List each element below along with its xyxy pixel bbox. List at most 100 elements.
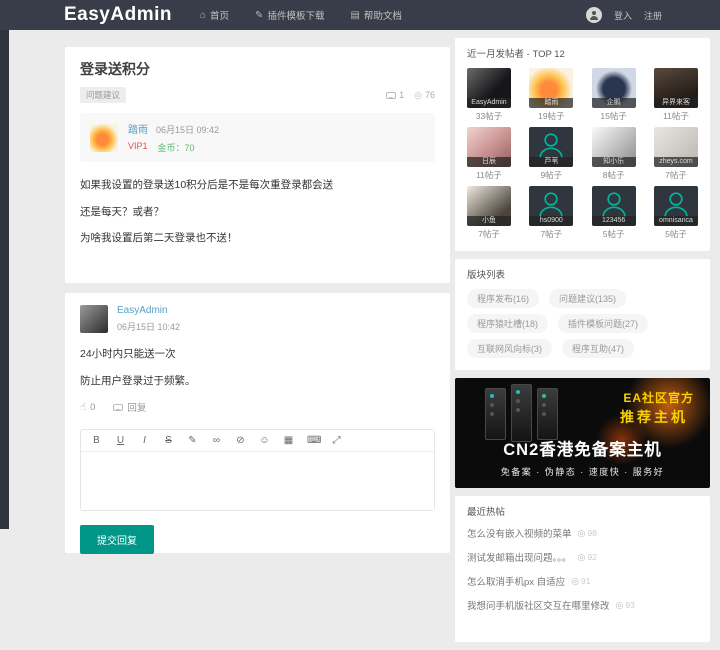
hot-posts-title: 最近热帖: [467, 507, 506, 518]
reply-author-avatar[interactable]: [80, 305, 108, 333]
user-avatar-icon[interactable]: [585, 7, 602, 23]
nav-item-docs[interactable]: ▤ 帮助文档: [350, 8, 401, 23]
reply-body: 24小时内只能送一次 防止用户登录过于频繁。: [80, 347, 435, 388]
emoji-icon[interactable]: ☺: [259, 435, 270, 446]
author-avatar[interactable]: [90, 123, 118, 152]
post-card: 登录送积分 问题建议 1 ◎ 76 踏雨 06月15日 09:42 VIP1 金…: [65, 47, 450, 283]
post-paragraph: 如果我设置的登录送10积分后是不是每次重登录都会送: [80, 179, 334, 191]
top-poster: 知小乐 8帖子: [591, 127, 636, 186]
poster-avatar[interactable]: zheys.com: [653, 127, 698, 167]
poster-avatar[interactable]: EasyAdmin: [467, 68, 511, 108]
eye-icon: ◎: [577, 551, 586, 562]
ad-headline: CN2香港免备案主机: [503, 441, 662, 459]
top-poster: 小鱼 7帖子: [467, 186, 511, 245]
plugin-icon: ✎: [255, 9, 264, 21]
eye-icon: ◎: [577, 527, 586, 538]
page-left-edge: [0, 30, 9, 529]
author-name-link[interactable]: 踏雨: [128, 121, 148, 136]
vip-badge: VIP1: [128, 141, 148, 151]
default-avatar-icon: [539, 133, 563, 158]
bold-icon[interactable]: B: [91, 435, 102, 446]
docs-icon: ▤: [350, 9, 360, 21]
hot-post-item[interactable]: 我想问手机版社区交互在哪里修改 ◎ 93: [467, 598, 698, 613]
top-posters-title: 近一月发帖者 - TOP 12: [467, 49, 565, 60]
poster-avatar[interactable]: 异界来客: [653, 68, 698, 108]
ad-line1: EA社区官方: [623, 391, 694, 405]
poster-avatar[interactable]: 小鱼: [467, 186, 511, 226]
comment-count: 1: [386, 90, 404, 100]
post-date: 06月15日 09:42: [156, 125, 220, 135]
post-paragraph: 还是每天？或者？: [80, 205, 164, 218]
code-icon[interactable]: ⌨: [307, 435, 321, 446]
logo[interactable]: EasyAdmin: [64, 4, 172, 26]
post-meta-row: 问题建议 1 ◎ 76: [80, 87, 435, 103]
board-pill[interactable]: 互联网风向标(3): [467, 339, 552, 358]
top-poster: 123456 5帖子: [591, 186, 636, 245]
editor-toolbar: B U I S ✎ ∞ ⊘ ☺ ▦ ⌨ ⤢: [81, 430, 434, 453]
ad-line2: 推荐主机: [620, 409, 688, 425]
eye-icon: ◎: [571, 575, 580, 586]
poster-avatar[interactable]: 知小乐: [591, 127, 636, 167]
register-link[interactable]: 注册: [644, 9, 662, 22]
underline-icon[interactable]: U: [115, 435, 126, 446]
board-pill[interactable]: 插件模板问题(27): [558, 314, 649, 333]
board-pill[interactable]: 程序发布(16): [467, 289, 540, 308]
reply-author-link[interactable]: EasyAdmin: [117, 305, 180, 316]
author-box: 踏雨 06月15日 09:42 VIP1 金币：70: [80, 113, 435, 162]
link-icon[interactable]: ∞: [211, 435, 222, 446]
default-avatar-icon: [664, 192, 688, 217]
login-link[interactable]: 登入: [614, 9, 632, 22]
eye-icon: ◎: [414, 89, 422, 100]
top-poster: EasyAdmin 33帖子: [467, 68, 511, 127]
header-right: 登入 注册: [585, 7, 662, 23]
top-poster: 踏雨 19帖子: [529, 68, 574, 127]
top-poster: 企鹅 15帖子: [591, 68, 636, 127]
poster-avatar[interactable]: hs0900: [529, 186, 574, 226]
server-tower-graphic: [485, 388, 506, 440]
poster-avatar[interactable]: 芦苇: [529, 127, 574, 167]
board-list-title: 版块列表: [467, 270, 506, 281]
reply-header: EasyAdmin 06月15日 10:42: [80, 305, 435, 333]
board-pill[interactable]: 程序猿吐槽(18): [467, 314, 549, 333]
poster-avatar[interactable]: 日辰: [467, 127, 511, 167]
hot-post-item[interactable]: 怎么取消手机px 自适应 ◎ 91: [467, 574, 698, 589]
reply-editor: B U I S ✎ ∞ ⊘ ☺ ▦ ⌨ ⤢: [80, 429, 435, 512]
default-avatar-icon: [601, 192, 626, 217]
image-icon[interactable]: ▦: [283, 435, 294, 446]
pencil-icon[interactable]: ✎: [187, 435, 198, 446]
home-icon: ⌂: [199, 9, 207, 21]
default-avatar-icon: [539, 192, 563, 217]
reply-paragraph: 防止用户登录过于频繁。: [80, 374, 196, 387]
sidebar: 近一月发帖者 - TOP 12 EasyAdmin 33帖子 踏雨 19帖子 企…: [455, 38, 710, 650]
poster-avatar[interactable]: 123456: [591, 186, 636, 226]
nav-item-home[interactable]: ⌂ 首页: [199, 8, 229, 23]
poster-avatar[interactable]: 企鹅: [591, 68, 636, 108]
reply-textarea[interactable]: [81, 452, 434, 511]
category-badge[interactable]: 问题建议: [80, 87, 127, 103]
board-pill[interactable]: 程序互助(47): [562, 339, 635, 358]
poster-avatar[interactable]: omnisanca: [653, 186, 698, 226]
italic-icon[interactable]: I: [139, 435, 150, 446]
nav-item-downloads[interactable]: ✎ 插件模板下载: [255, 8, 325, 23]
reply-date: 06月15日 10:42: [117, 322, 181, 332]
post-paragraph: 为啥我设置后第二天登录也不送！: [80, 232, 238, 245]
hot-post-item[interactable]: 怎么没有嵌入视频的菜单 ◎ 98: [467, 526, 698, 541]
submit-reply-button[interactable]: 提交回复: [80, 525, 154, 555]
poster-avatar[interactable]: 踏雨: [529, 68, 574, 108]
reply-bubble-icon: [113, 403, 124, 411]
main-nav: ⌂ 首页 ✎ 插件模板下载 ▤ 帮助文档: [199, 8, 402, 23]
strikethrough-icon[interactable]: S: [163, 435, 174, 446]
poster-grid: EasyAdmin 33帖子 踏雨 19帖子 企鹅 15帖子 异界来客 11帖子…: [467, 68, 698, 245]
reply-card: EasyAdmin 06月15日 10:42 24小时内只能送一次 防止用户登录…: [65, 293, 450, 555]
reply-button[interactable]: 回复: [113, 400, 146, 414]
fullscreen-icon[interactable]: ⤢: [331, 435, 342, 446]
top-poster: 芦苇 9帖子: [529, 127, 574, 186]
hot-post-item[interactable]: 测试发邮箱出现问题。。。 ◎ 92: [467, 550, 698, 565]
top-poster: 异界来客 11帖子: [653, 68, 698, 127]
nav-label: 插件模板下载: [267, 11, 325, 22]
unlink-icon[interactable]: ⊘: [235, 435, 246, 446]
top-poster: hs0900 7帖子: [529, 186, 574, 245]
ad-banner[interactable]: EA社区官方 推荐主机 CN2香港免备案主机 免备案 · 伪静态 · 速度快 ·…: [455, 378, 710, 488]
board-pill[interactable]: 问题建议(135): [549, 289, 627, 308]
like-button[interactable]: ☝ 0: [80, 402, 95, 413]
